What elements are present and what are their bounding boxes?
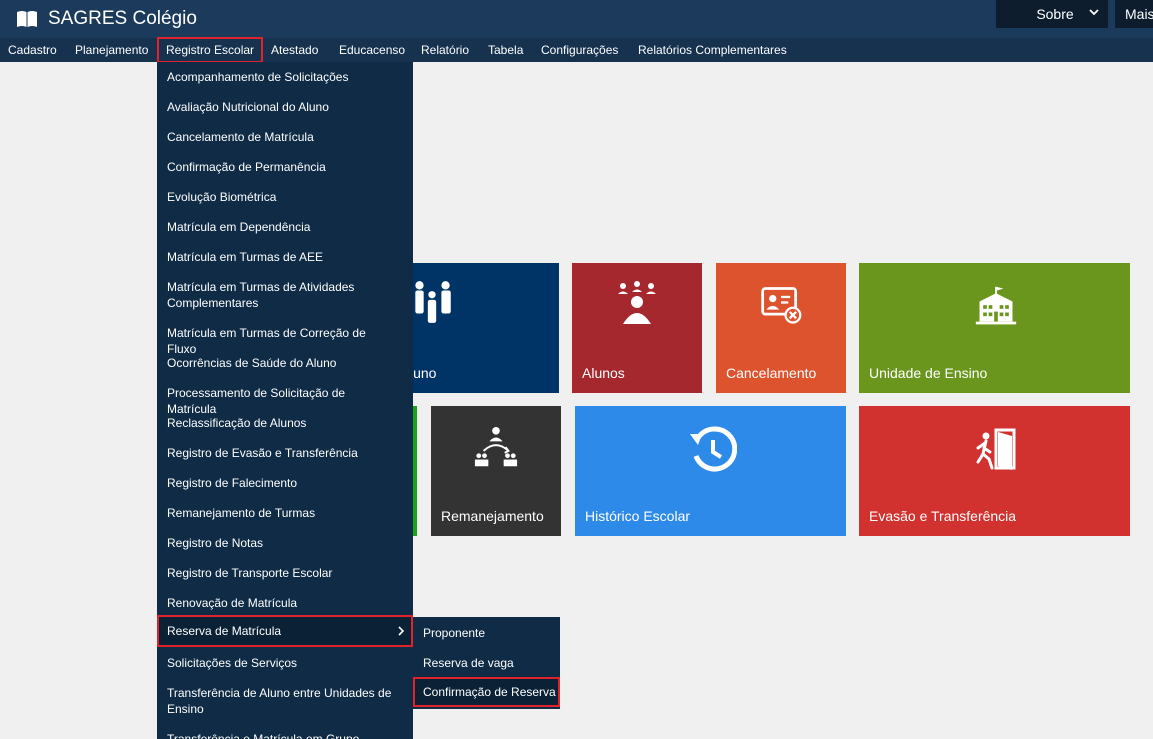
registro-escolar-dropdown: Acompanhamento de Solicitações Avaliação… [157, 62, 413, 739]
reassign-students-icon [474, 426, 518, 467]
tile-remanejamento[interactable]: Remanejamento [431, 406, 561, 536]
tile-alunos[interactable]: Alunos [572, 263, 702, 393]
nav-planejamento[interactable]: Planejamento [75, 38, 148, 62]
dd-evolucao-biometrica[interactable]: Evolução Biométrica [157, 189, 413, 205]
dd-confirmacao-de-permanencia[interactable]: Confirmação de Permanência [157, 159, 413, 175]
nav-registro-escolar[interactable]: Registro Escolar [156, 37, 264, 63]
nav-relatorio[interactable]: Relatório [421, 38, 469, 62]
dd-renovacao-de-matricula[interactable]: Renovação de Matrícula [157, 595, 413, 611]
sub-proponente[interactable]: Proponente [413, 621, 560, 645]
students-group-icon [618, 281, 656, 324]
book-logo-icon [17, 11, 37, 27]
tile-unidade-de-ensino[interactable]: Unidade de Ensino [859, 263, 1130, 393]
sub-confirmacao-de-reserva[interactable]: Confirmação de Reserva [413, 677, 560, 707]
tile-label: Histórico Escolar [585, 508, 691, 524]
exit-door-icon [976, 428, 1016, 470]
nav-configuracoes[interactable]: Configurações [541, 38, 618, 62]
dd-reserva-de-matricula-label: Reserva de Matrícula [167, 624, 282, 638]
tile-label: Evasão e Transferência [869, 508, 1017, 524]
id-card-cancel-icon [761, 287, 802, 324]
dd-registro-transporte-escolar[interactable]: Registro de Transporte Escolar [157, 565, 413, 581]
tile-cancelamento[interactable]: Cancelamento [716, 263, 846, 393]
tile-evasao-e-transferencia[interactable]: Evasão e Transferência [859, 406, 1130, 536]
dd-solicitacoes-de-servicos[interactable]: Solicitações de Serviços [157, 655, 413, 671]
nav-cadastro[interactable]: Cadastro [8, 38, 57, 62]
reserva-de-matricula-submenu: Proponente Reserva de vaga Confirmação d… [413, 617, 560, 709]
dd-matricula-em-dependencia[interactable]: Matrícula em Dependência [157, 219, 413, 235]
dd-matricula-turmas-atividades-complementares[interactable]: Matrícula em Turmas de Atividades Comple… [157, 279, 413, 311]
mais-button[interactable]: Mais [1115, 0, 1153, 28]
nav-atestado[interactable]: Atestado [271, 38, 318, 62]
family-icon [415, 281, 451, 323]
dd-registro-de-notas[interactable]: Registro de Notas [157, 535, 413, 551]
nav-tabela[interactable]: Tabela [488, 38, 523, 62]
sobre-dropdown[interactable]: Sobre [996, 0, 1108, 28]
tile-label: Alunos [582, 365, 625, 381]
sobre-label: Sobre [1036, 6, 1074, 22]
dd-avaliacao-nutricional[interactable]: Avaliação Nutricional do Aluno [157, 99, 413, 115]
dd-acompanhamento-de-solicitacoes[interactable]: Acompanhamento de Solicitações [157, 69, 413, 85]
chevron-down-icon [1089, 9, 1099, 16]
tile-historico-escolar[interactable]: Histórico Escolar [575, 406, 846, 536]
dd-reserva-de-matricula[interactable]: Reserva de Matrícula [157, 615, 413, 647]
dd-reclassificacao-de-alunos[interactable]: Reclassificação de Alunos [157, 415, 413, 431]
school-building-icon [975, 286, 1017, 325]
chevron-right-icon [398, 626, 405, 636]
dd-cancelamento-de-matricula[interactable]: Cancelamento de Matrícula [157, 129, 413, 145]
history-clock-icon [690, 426, 737, 472]
dd-ocorrencias-de-saude[interactable]: Ocorrências de Saúde do Aluno [157, 355, 413, 371]
top-bar: SAGRES Colégio Sobre Mais [0, 0, 1153, 38]
nav-relatorios-complementares[interactable]: Relatórios Complementares [638, 38, 787, 62]
app-brand[interactable]: SAGRES Colégio [16, 8, 197, 30]
tile-aluno[interactable]: luno [393, 263, 559, 393]
nav-educacenso[interactable]: Educacenso [339, 38, 405, 62]
dd-transferencia-matricula-grupo[interactable]: Transferência e Matrícula em Grupo [157, 731, 413, 739]
dd-registro-evasao-transferencia[interactable]: Registro de Evasão e Transferência [157, 445, 413, 461]
sub-reserva-de-vaga[interactable]: Reserva de vaga [413, 651, 560, 675]
dd-registro-de-falecimento[interactable]: Registro de Falecimento [157, 475, 413, 491]
main-menu-bar: Cadastro Planejamento Registro Escolar A… [0, 37, 1153, 63]
app-title: SAGRES Colégio [48, 8, 197, 29]
dd-matricula-turmas-correcao-fluxo[interactable]: Matrícula em Turmas de Correção de Fluxo [157, 325, 413, 357]
dd-remanejamento-de-turmas[interactable]: Remanejamento de Turmas [157, 505, 413, 521]
dd-processamento-de-solicitacao[interactable]: Processamento de Solicitação de Matrícul… [157, 385, 413, 417]
tile-label: Unidade de Ensino [869, 365, 988, 381]
dd-transferencia-entre-unidades[interactable]: Transferência de Aluno entre Unidades de… [157, 685, 413, 717]
tile-label: Cancelamento [726, 365, 817, 381]
tile-label: Remanejamento [441, 508, 544, 524]
tile-label: luno [410, 365, 437, 381]
dd-matricula-turmas-aee[interactable]: Matrícula em Turmas de AEE [157, 249, 413, 265]
